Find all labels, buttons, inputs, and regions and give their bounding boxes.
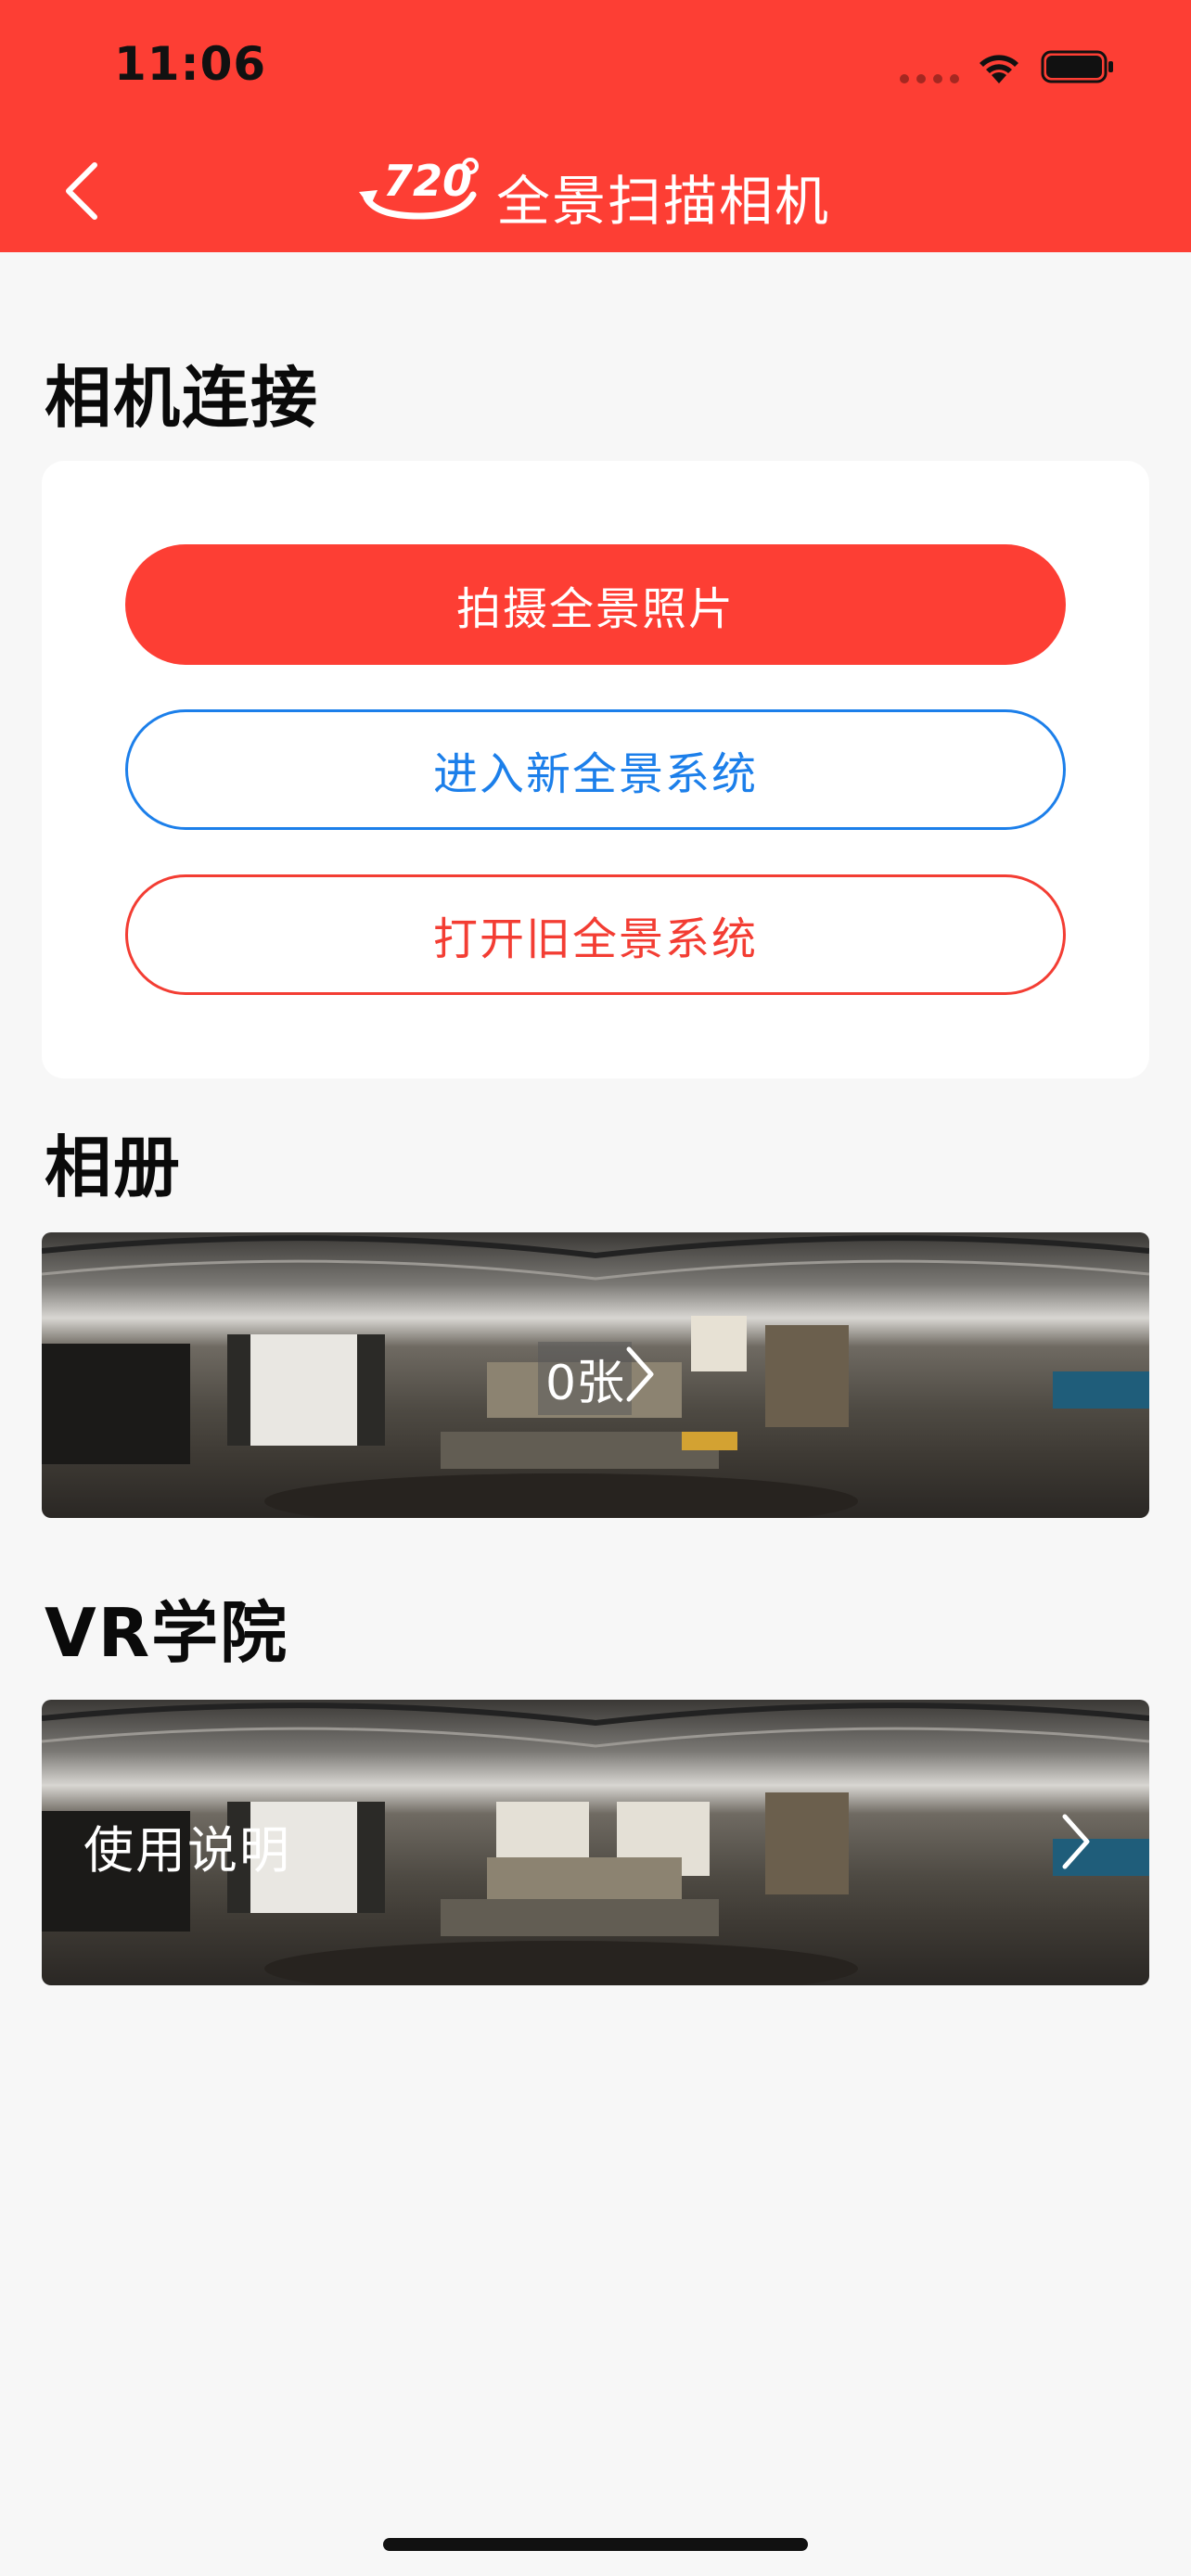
logo-720-icon: 720 — [359, 156, 479, 220]
user-guide-label: 使用说明 — [83, 1821, 291, 1880]
chevron-right-icon — [1062, 1814, 1090, 1869]
app-header: 11:06 720 全景扫描相机 — [0, 0, 1191, 252]
enter-new-system-button[interactable]: 进入新全景系统 — [125, 709, 1066, 830]
wifi-icon — [980, 55, 1018, 83]
svg-text:720: 720 — [383, 156, 472, 206]
header-title: 全景扫描相机 — [496, 170, 831, 233]
capture-panorama-button[interactable]: 拍摄全景照片 — [125, 544, 1066, 665]
signal-icon — [900, 74, 959, 83]
chevron-right-icon — [626, 1346, 654, 1402]
album-count: 0张 — [538, 1342, 633, 1415]
album-section-title: 相册 — [45, 1129, 183, 1206]
vr-guide-banner[interactable]: 使用说明 — [42, 1700, 1149, 1985]
camera-section-title: 相机连接 — [45, 359, 320, 437]
back-button[interactable] — [56, 158, 111, 223]
home-indicator — [383, 2538, 808, 2551]
album-banner[interactable]: 0张 — [42, 1232, 1149, 1518]
vr-section-title: VR学院 — [45, 1594, 289, 1672]
open-old-system-button[interactable]: 打开旧全景系统 — [125, 874, 1066, 995]
status-time: 11:06 — [114, 37, 267, 91]
camera-card: 拍摄全景照片 进入新全景系统 打开旧全景系统 — [42, 461, 1149, 1078]
battery-icon — [1041, 50, 1113, 83]
